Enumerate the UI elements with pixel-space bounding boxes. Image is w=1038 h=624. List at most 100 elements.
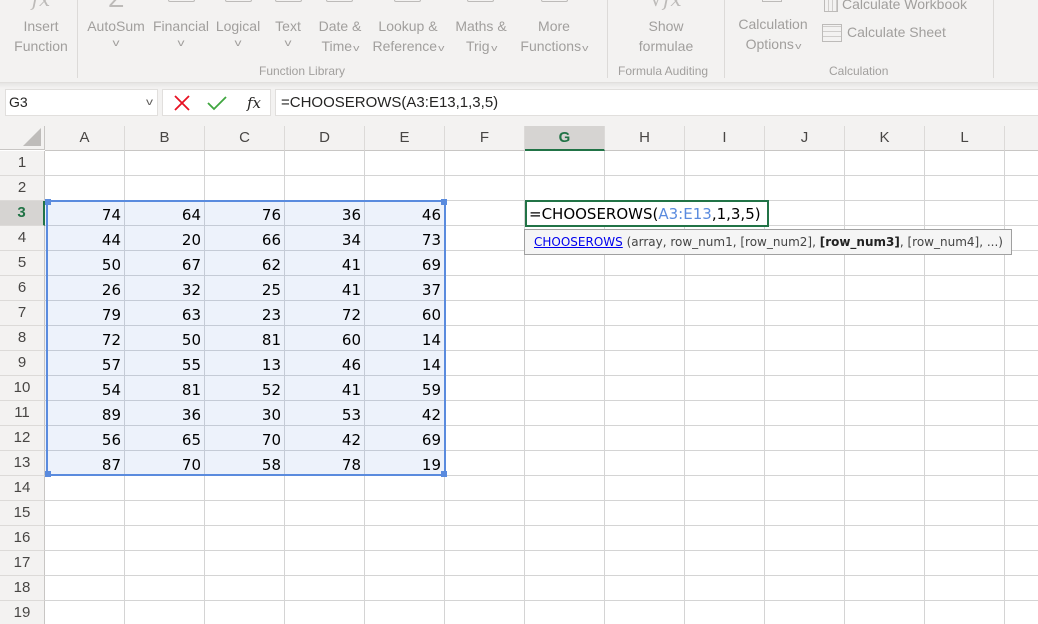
cell-j19[interactable] <box>765 601 845 624</box>
column-header-l[interactable]: L <box>925 126 1005 151</box>
cell-h15[interactable] <box>605 501 685 526</box>
cell-b5[interactable]: 67 <box>125 251 205 276</box>
cell-g8[interactable] <box>525 326 605 351</box>
cell-i1[interactable] <box>685 151 765 176</box>
cell-g15[interactable] <box>525 501 605 526</box>
cell-m2[interactable] <box>1005 176 1038 201</box>
cell-g14[interactable] <box>525 476 605 501</box>
cell-g19[interactable] <box>525 601 605 624</box>
cell-e8[interactable]: 14 <box>365 326 445 351</box>
cell-b1[interactable] <box>125 151 205 176</box>
cell-m1[interactable] <box>1005 151 1038 176</box>
cell-i15[interactable] <box>685 501 765 526</box>
column-header-d[interactable]: D <box>285 126 365 151</box>
row-header-8[interactable]: 8 <box>0 326 45 351</box>
cell-c9[interactable]: 13 <box>205 351 285 376</box>
row-header-15[interactable]: 15 <box>0 501 45 526</box>
cell-j7[interactable] <box>765 301 845 326</box>
cell-d15[interactable] <box>285 501 365 526</box>
cell-a5[interactable]: 50 <box>45 251 125 276</box>
cell-d8[interactable]: 60 <box>285 326 365 351</box>
row-header-5[interactable]: 5 <box>0 251 45 276</box>
cell-f2[interactable] <box>445 176 525 201</box>
cell-a16[interactable] <box>45 526 125 551</box>
cell-g11[interactable] <box>525 401 605 426</box>
cell-h11[interactable] <box>605 401 685 426</box>
cell-a11[interactable]: 89 <box>45 401 125 426</box>
range-resize-handle[interactable] <box>45 471 51 477</box>
cell-b6[interactable]: 32 <box>125 276 205 301</box>
cell-c10[interactable]: 52 <box>205 376 285 401</box>
column-header-b[interactable]: B <box>125 126 205 151</box>
cell-j17[interactable] <box>765 551 845 576</box>
date-time-button[interactable]: Date & Timev <box>312 0 368 58</box>
row-header-19[interactable]: 19 <box>0 601 45 624</box>
cell-l13[interactable] <box>925 451 1005 476</box>
cell-d10[interactable]: 41 <box>285 376 365 401</box>
cell-m7[interactable] <box>1005 301 1038 326</box>
cell-l2[interactable] <box>925 176 1005 201</box>
cell-c16[interactable] <box>205 526 285 551</box>
cell-b10[interactable]: 81 <box>125 376 205 401</box>
cell-f6[interactable] <box>445 276 525 301</box>
cell-m15[interactable] <box>1005 501 1038 526</box>
cell-k16[interactable] <box>845 526 925 551</box>
cell-i13[interactable] <box>685 451 765 476</box>
cell-h2[interactable] <box>605 176 685 201</box>
cell-c17[interactable] <box>205 551 285 576</box>
cell-d4[interactable]: 34 <box>285 226 365 251</box>
cell-d16[interactable] <box>285 526 365 551</box>
cell-f13[interactable] <box>445 451 525 476</box>
row-header-18[interactable]: 18 <box>0 576 45 601</box>
cell-h13[interactable] <box>605 451 685 476</box>
cell-f7[interactable] <box>445 301 525 326</box>
cell-m18[interactable] <box>1005 576 1038 601</box>
cell-c6[interactable]: 25 <box>205 276 285 301</box>
cell-h10[interactable] <box>605 376 685 401</box>
cell-i18[interactable] <box>685 576 765 601</box>
cell-h7[interactable] <box>605 301 685 326</box>
column-header-j[interactable]: J <box>765 126 845 151</box>
cell-f10[interactable] <box>445 376 525 401</box>
cell-i8[interactable] <box>685 326 765 351</box>
cell-m6[interactable] <box>1005 276 1038 301</box>
more-functions-button[interactable]: More Functionsv <box>513 0 595 58</box>
cell-m3[interactable] <box>1005 201 1038 226</box>
cell-i14[interactable] <box>685 476 765 501</box>
cell-a15[interactable] <box>45 501 125 526</box>
cell-a19[interactable] <box>45 601 125 624</box>
cell-h19[interactable] <box>605 601 685 624</box>
cell-m12[interactable] <box>1005 426 1038 451</box>
cell-c3[interactable]: 76 <box>205 201 285 226</box>
maths-trig-button[interactable]: Maths & Trigv <box>449 0 513 58</box>
logical-button[interactable]: Logical v <box>212 0 264 52</box>
cell-h6[interactable] <box>605 276 685 301</box>
column-header-e[interactable]: E <box>365 126 445 151</box>
cell-g10[interactable] <box>525 376 605 401</box>
cell-c4[interactable]: 66 <box>205 226 285 251</box>
calculation-options-button[interactable]: Calculation Optionsv <box>734 0 812 56</box>
cell-f19[interactable] <box>445 601 525 624</box>
cell-i19[interactable] <box>685 601 765 624</box>
cell-l12[interactable] <box>925 426 1005 451</box>
cell-e16[interactable] <box>365 526 445 551</box>
cancel-button[interactable] <box>167 90 197 115</box>
cell-e6[interactable]: 37 <box>365 276 445 301</box>
cell-j3[interactable] <box>765 201 845 226</box>
cell-a8[interactable]: 72 <box>45 326 125 351</box>
function-help-link[interactable]: CHOOSEROWS <box>534 235 623 249</box>
cell-f3[interactable] <box>445 201 525 226</box>
cell-e11[interactable]: 42 <box>365 401 445 426</box>
row-header-2[interactable]: 2 <box>0 176 45 201</box>
formula-input[interactable]: =CHOOSEROWS(A3:E13,1,3,5) <box>275 89 1038 116</box>
column-header-a[interactable]: A <box>45 126 125 151</box>
cell-d2[interactable] <box>285 176 365 201</box>
cell-a7[interactable]: 79 <box>45 301 125 326</box>
cell-j9[interactable] <box>765 351 845 376</box>
cell-k19[interactable] <box>845 601 925 624</box>
cell-a4[interactable]: 44 <box>45 226 125 251</box>
cell-j16[interactable] <box>765 526 845 551</box>
cell-j15[interactable] <box>765 501 845 526</box>
cell-j14[interactable] <box>765 476 845 501</box>
cell-d11[interactable]: 53 <box>285 401 365 426</box>
